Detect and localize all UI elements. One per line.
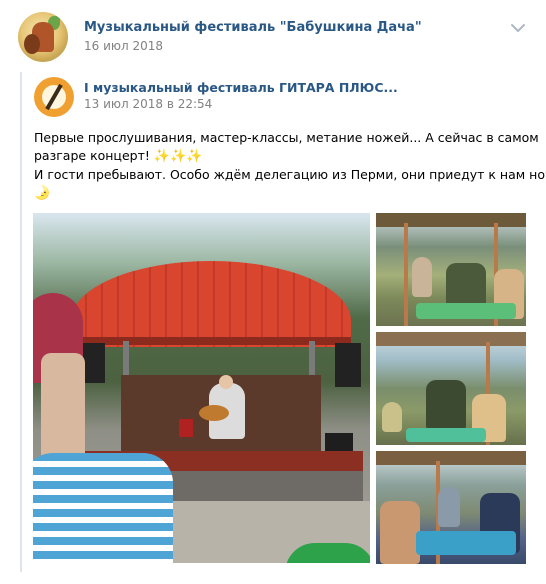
repost-author-link[interactable]: I музыкальный фестиваль ГИТАРА ПЛЮС...: [84, 80, 398, 95]
repost-divider: [20, 72, 22, 572]
person: [380, 501, 420, 564]
avatar-guitar-shape: [24, 34, 40, 54]
canopy-pole: [404, 223, 408, 326]
table: [416, 303, 516, 319]
sparkles-icon: ✨✨✨: [153, 149, 203, 164]
canopy-roof: [376, 332, 526, 346]
post-text: Первые прослушивания, мастер-классы, мет…: [34, 129, 546, 203]
post-text-line-4: 🌛: [34, 184, 534, 203]
musician-head: [219, 375, 233, 389]
post-text-line-2: разгаре концерт! ✨✨✨: [34, 147, 534, 166]
table: [416, 531, 516, 555]
repost-avatar[interactable]: [34, 77, 74, 117]
post-text-line-2-text: разгаре концерт!: [34, 148, 150, 163]
author-name-link[interactable]: Музыкальный фестиваль "Бабушкина Дача": [84, 20, 422, 35]
wall-post: Музыкальный фестиваль "Бабушкина Дача" 1…: [0, 0, 546, 584]
person: [438, 487, 460, 527]
author-avatar[interactable]: [18, 12, 68, 62]
chevron-down-icon[interactable]: [510, 22, 526, 34]
spectator-face: [41, 353, 85, 463]
photo-concert-stage[interactable]: [33, 213, 370, 563]
drum: [179, 419, 193, 437]
canopy-roof: [376, 213, 526, 227]
stage-roof: [71, 261, 351, 347]
person: [382, 402, 402, 432]
table: [406, 428, 486, 442]
photo-audience-3[interactable]: [376, 451, 526, 564]
canopy-roof: [376, 451, 526, 465]
repost-date[interactable]: 13 июл 2018 в 22:54: [84, 97, 212, 111]
photo-audience-1[interactable]: [376, 213, 526, 326]
photo-audience-2[interactable]: [376, 332, 526, 445]
post-date[interactable]: 16 июл 2018: [84, 39, 163, 53]
spectator-striped-shirt: [33, 453, 173, 563]
post-text-line-3: И гости пребывают. Особо ждём делегацию …: [34, 167, 546, 182]
speaker-right: [335, 343, 361, 387]
post-text-line-1: Первые прослушивания, мастер-классы, мет…: [34, 130, 539, 145]
musician-guitar: [199, 405, 229, 421]
person: [412, 257, 432, 297]
person: [426, 380, 466, 430]
moon-icon: 🌛: [34, 186, 51, 201]
